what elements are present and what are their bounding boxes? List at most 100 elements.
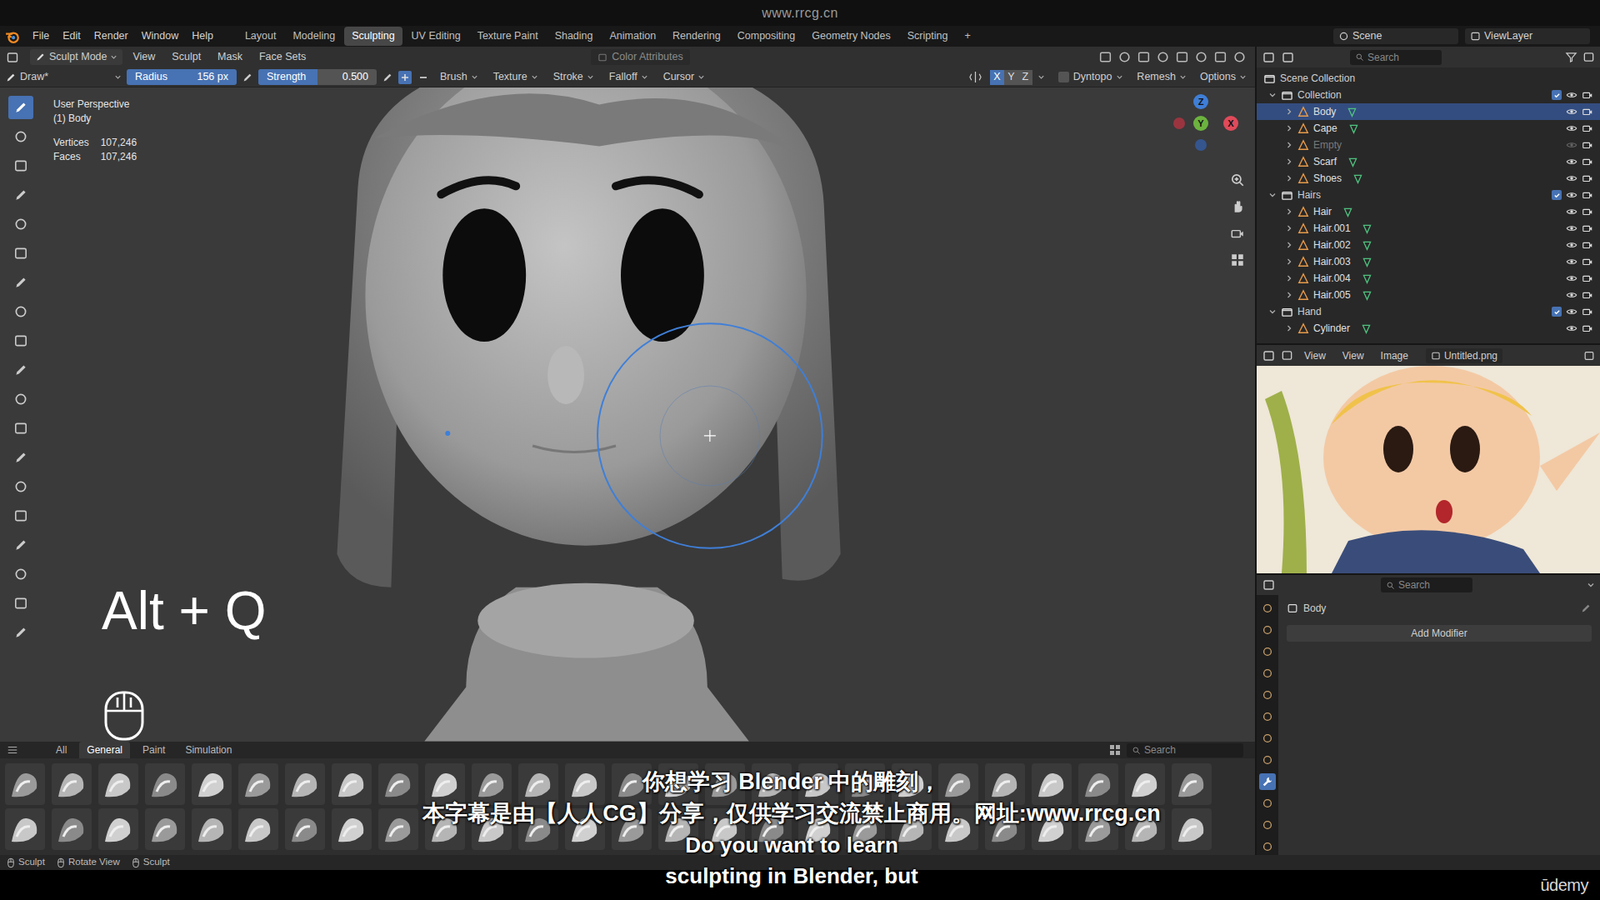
remesh-dropdown[interactable]: Remesh [1136, 69, 1187, 85]
image-name[interactable]: Untitled.png [1444, 348, 1498, 364]
sculpt-tool-icon[interactable] [8, 620, 34, 645]
brush-preset-icon[interactable] [51, 763, 92, 805]
camera-icon[interactable] [1581, 189, 1594, 201]
brush-preset-icon[interactable] [5, 763, 45, 805]
brush-preset-icon[interactable] [1171, 763, 1212, 805]
tool-dropdown[interactable]: Falloff [604, 69, 654, 85]
camera-icon[interactable] [1581, 222, 1594, 235]
sculpt-tool-icon[interactable] [8, 475, 34, 499]
shading-button-icon[interactable] [1213, 50, 1228, 65]
brush-preset-icon[interactable] [1031, 808, 1072, 850]
eye-icon[interactable] [1565, 239, 1578, 251]
brush-preset-icon[interactable] [1078, 763, 1119, 805]
negative-x-axis-icon[interactable] [1171, 115, 1187, 131]
camera-icon[interactable] [1581, 322, 1594, 335]
eye-icon[interactable] [1565, 322, 1578, 335]
brush-preset-icon[interactable] [751, 808, 792, 850]
eye-icon[interactable] [1565, 189, 1578, 201]
camera-icon[interactable] [1581, 289, 1594, 301]
object-label[interactable]: Hair.005 [1313, 287, 1351, 303]
brush-preset-icon[interactable] [285, 763, 325, 805]
brush-preset-icon[interactable] [238, 763, 279, 805]
editor-type-icon[interactable] [1261, 50, 1276, 65]
brush-dropdown[interactable]: Draw* [5, 69, 122, 85]
radius-field[interactable]: Radius156 px [126, 69, 237, 85]
outliner-row[interactable]: Hair.004 [1256, 270, 1600, 287]
properties-tab-icon[interactable] [1259, 621, 1276, 639]
brush-preset-icon[interactable] [5, 808, 45, 850]
brush-preset-icon[interactable] [425, 808, 465, 850]
expand-arrow-icon[interactable] [1268, 90, 1277, 100]
properties-tab-icon[interactable] [1259, 600, 1276, 617]
strength-slider[interactable]: Strength0.500 [258, 69, 377, 85]
shading-button-icon[interactable] [1117, 50, 1132, 65]
header-menu[interactable]: Mask [210, 49, 250, 65]
sculpt-tool-icon[interactable] [8, 270, 34, 295]
collection-label[interactable]: Collection [1297, 87, 1342, 103]
brush-preset-icon[interactable] [845, 763, 885, 805]
sculpt-tool-icon[interactable] [8, 504, 34, 528]
shading-button-icon[interactable] [1136, 50, 1151, 65]
sculpt-tool-icon[interactable] [8, 95, 34, 120]
shelf-tab[interactable]: Paint [135, 741, 173, 759]
tool-dropdown-label[interactable]: Brush [440, 69, 468, 85]
eye-icon[interactable] [1565, 105, 1578, 118]
collection-label[interactable]: Hand [1297, 304, 1322, 320]
brush-preset-icon[interactable] [798, 808, 839, 850]
brush-preset-icon[interactable] [565, 808, 605, 850]
symmetry-axis-toggle[interactable]: Z [1018, 70, 1033, 85]
workspace-tab[interactable]: Modeling [285, 26, 343, 46]
symmetry-axis-toggle[interactable]: X [990, 70, 1005, 85]
outliner-search[interactable]: Search [1350, 50, 1442, 65]
brush-preset-icon[interactable] [705, 808, 745, 850]
brush-preset-icon[interactable] [565, 763, 605, 805]
brush-preset-icon[interactable] [1125, 808, 1165, 850]
symmetry-icon[interactable] [969, 70, 982, 84]
eye-icon[interactable] [1565, 305, 1578, 318]
display-grid-icon[interactable] [1108, 743, 1122, 757]
brush-preset-icon[interactable] [705, 763, 745, 805]
expand-arrow-icon[interactable] [1285, 274, 1294, 283]
eye-icon[interactable] [1565, 155, 1578, 168]
eye-icon[interactable] [1565, 289, 1578, 301]
expand-arrow-icon[interactable] [1285, 257, 1294, 266]
outliner-row[interactable]: Shoes [1256, 170, 1600, 187]
new-image-icon[interactable] [1583, 350, 1595, 362]
expand-arrow-icon[interactable] [1285, 290, 1294, 300]
menu-item[interactable]: Render [88, 26, 135, 46]
workspace-tab[interactable]: Sculpting [344, 26, 402, 46]
properties-search-placeholder[interactable]: Search [1398, 577, 1430, 593]
header-menu[interactable]: Sculpt [165, 49, 208, 65]
shelf-tab[interactable]: Simulation [177, 741, 240, 759]
expand-arrow-icon[interactable] [1285, 157, 1294, 166]
navigation-gizmo[interactable]: XYZ [1171, 94, 1239, 161]
eye-icon[interactable] [1565, 205, 1578, 218]
outliner-row[interactable]: Hair.002 [1256, 236, 1600, 254]
shading-button-icon[interactable] [1194, 50, 1209, 65]
properties-tab-icon[interactable] [1259, 816, 1276, 834]
outliner-row[interactable]: Hair.003 [1256, 253, 1600, 270]
object-label[interactable]: Empty [1313, 137, 1342, 153]
eye-icon[interactable] [1565, 172, 1578, 185]
eye-icon[interactable] [1565, 272, 1578, 285]
brush-preset-icon[interactable] [1031, 763, 1072, 805]
sculpt-tool-icon[interactable] [8, 241, 34, 265]
image-editor-menu[interactable]: View [1336, 348, 1370, 364]
workspace-tab[interactable]: Scripting [900, 26, 956, 46]
brush-preset-icon[interactable] [191, 808, 232, 850]
sculpt-tool-icon[interactable] [8, 533, 34, 557]
sculpt-tool-icon[interactable] [8, 416, 34, 440]
sculpt-tool-icon[interactable] [8, 212, 34, 236]
sculpt-tool-icon[interactable] [8, 329, 34, 353]
gizmo-axis[interactable]: Y [1193, 115, 1209, 131]
outliner-row[interactable]: Empty [1256, 136, 1600, 154]
brush-preset-icon[interactable] [611, 763, 652, 805]
tool-dropdown[interactable]: Cursor [658, 69, 711, 85]
object-label[interactable]: Cylinder [1313, 320, 1350, 336]
brush-preset-icon[interactable] [378, 808, 419, 850]
brush-preset-icon[interactable] [985, 808, 1025, 850]
menu-item[interactable]: Window [135, 26, 185, 46]
object-label[interactable]: Hair.002 [1313, 237, 1351, 253]
tool-dropdown[interactable]: Brush [435, 69, 484, 85]
expand-arrow-icon[interactable] [1285, 140, 1294, 150]
